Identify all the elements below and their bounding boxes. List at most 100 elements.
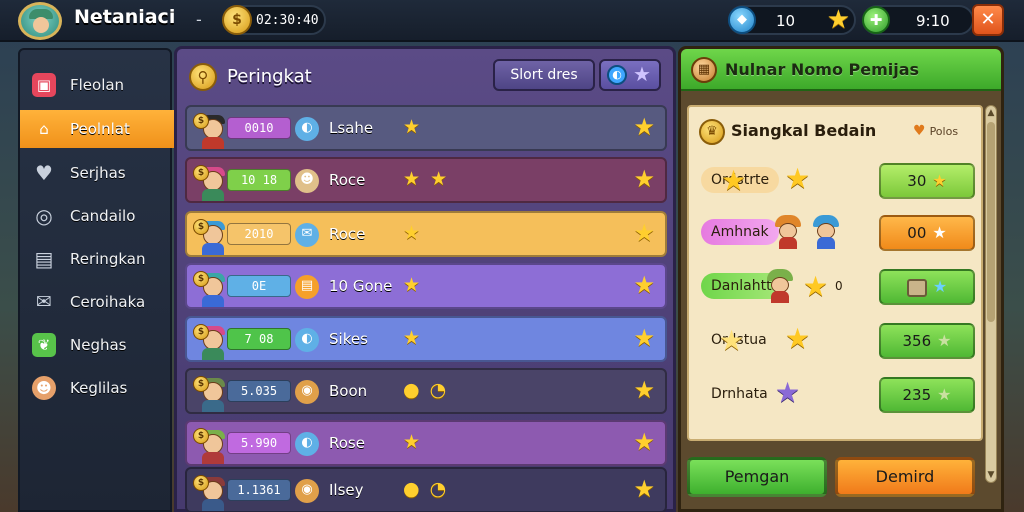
energy-counter[interactable]: ✚ 9:10 xyxy=(862,5,974,35)
star-icon: ★ xyxy=(932,223,947,242)
shop-icon: ▣ xyxy=(32,73,56,97)
reward-row: Ordstrte ★ ★ 30 ★ xyxy=(697,159,977,203)
table-row[interactable]: $2010 ✉ Roce ★ ★ xyxy=(185,211,667,257)
badge-icon: ◐ xyxy=(295,328,319,352)
player-avatar: $ xyxy=(193,324,227,360)
score-value: 5.035 xyxy=(227,380,291,402)
table-row[interactable]: $7 08 ◐ Sikes ★ ★ xyxy=(185,316,667,362)
table-row[interactable]: $0010 ◐ Lsahe ★ ★ xyxy=(185,105,667,151)
title-separator: - xyxy=(196,10,202,29)
sidebar-item-reringkan[interactable]: ▤ Reringkan xyxy=(20,240,170,278)
gem-counter[interactable]: ◆ 10 ★ xyxy=(728,5,856,35)
reward-tag: Drnhata xyxy=(711,386,768,402)
player-name: Roce xyxy=(329,225,366,243)
star-icon: ★ xyxy=(803,270,829,303)
reward-row: Drnhata ★ 235 ★ xyxy=(697,373,977,417)
star-icon: ★ xyxy=(785,162,811,195)
favorite-star-icon[interactable]: ★ xyxy=(633,271,655,299)
scrollbar-thumb[interactable] xyxy=(987,122,995,322)
sidebar-item-peolnlat[interactable]: ⌂ Peolnlat xyxy=(20,110,188,148)
sidebar-item-label: Ceroihaka xyxy=(70,293,146,311)
player-avatar: $ xyxy=(193,219,227,255)
gold-value: 02:30:40 xyxy=(256,13,319,28)
rewards-subtitle: Siangkal Bedain xyxy=(731,121,877,140)
sidebar-item-neghas[interactable]: ❦ Neghas xyxy=(20,326,170,364)
search-icon[interactable]: ⚲ xyxy=(189,63,217,91)
player-name: Sikes xyxy=(329,330,368,348)
star-icon: ★ xyxy=(785,322,811,355)
score-value: 5.990 xyxy=(227,432,291,454)
gold-counter[interactable]: $ 02:30:40 xyxy=(222,5,326,35)
energy-value: 9:10 xyxy=(916,12,950,30)
row-rating: ★ ★ xyxy=(403,168,450,190)
player-avatar: $ xyxy=(193,376,227,412)
favorite-star-icon[interactable]: ★ xyxy=(633,376,655,404)
coin-icon: $ xyxy=(222,5,252,35)
close-button[interactable]: ✕ xyxy=(972,4,1004,36)
sidebar-item-serjhas[interactable]: ♥ Serjhas xyxy=(20,154,170,192)
badge-icon: ▤ xyxy=(295,275,319,299)
claim-button[interactable]: 00 ★ xyxy=(879,215,975,251)
table-row[interactable]: $0E ▤ 10 Gone ★ ★ xyxy=(185,263,667,309)
table-row[interactable]: $5.035 ◉ Boon ● ◔ ★ xyxy=(185,368,667,414)
gem-value: 10 xyxy=(776,12,796,30)
favorite-star-icon[interactable]: ★ xyxy=(633,113,655,141)
rewards-side-label: ♥ Polos xyxy=(913,123,959,139)
score-value: 10 18 xyxy=(227,169,291,191)
filter-button[interactable]: ◐ ★ xyxy=(599,59,661,91)
sidebar-item-label: Peolnlat xyxy=(70,120,130,138)
reward-row: Ordstua ★ ★ 356 ★ xyxy=(697,319,977,363)
player-name: Lsahe xyxy=(329,119,374,137)
favorite-star-icon[interactable]: ★ xyxy=(633,165,655,193)
table-row[interactable]: $1.1361 ◉ Ilsey ● ◔ ★ xyxy=(185,467,667,512)
sidebar-item-keglilas[interactable]: ☻ Keglilas xyxy=(20,369,170,407)
badge-icon: ✉ xyxy=(295,223,319,247)
player-avatar: $ xyxy=(193,113,227,149)
trophy-icon: ♛ xyxy=(699,119,725,145)
character-icon xyxy=(765,269,795,303)
badge-icon: ◐ xyxy=(295,432,319,456)
sort-button[interactable]: Slort dres xyxy=(493,59,595,91)
score-value: 2010 xyxy=(227,223,291,245)
rewards-panel: ▦ Nulnar Nomo Pemijas ♛ Siangkal Bedain … xyxy=(678,46,1004,512)
profile-icon: ☻ xyxy=(32,376,56,400)
star-icon: ★ xyxy=(937,385,952,404)
primary-action-button[interactable]: Pemgan xyxy=(687,457,827,497)
top-bar: Netaniaci - $ 02:30:40 ◆ 10 ★ ✚ 9:10 ✕ xyxy=(0,0,1024,42)
character-icon xyxy=(811,215,841,249)
row-rating: ★ xyxy=(403,274,423,296)
scroll-down-icon[interactable]: ▼ xyxy=(986,469,996,481)
scrollbar[interactable]: ▲ ▼ xyxy=(985,105,997,483)
favorite-star-icon[interactable]: ★ xyxy=(633,428,655,456)
table-row[interactable]: $10 18 ☻ Roce ★ ★ ★ xyxy=(185,157,667,203)
player-avatar: $ xyxy=(193,165,227,201)
reward-row: Amhnak 00 ★ xyxy=(697,211,977,255)
sidebar-item-fleolan[interactable]: ▣ Fleolan xyxy=(20,66,170,104)
claim-button[interactable]: 356 ★ xyxy=(879,323,975,359)
claim-button[interactable]: 30 ★ xyxy=(879,163,975,199)
player-avatar: $ xyxy=(193,428,227,464)
player-avatar[interactable] xyxy=(18,2,62,40)
board-icon: ▤ xyxy=(34,247,54,271)
favorite-star-icon[interactable]: ★ xyxy=(633,475,655,503)
scroll-up-icon[interactable]: ▲ xyxy=(986,107,996,119)
medal-icon: $ xyxy=(193,428,209,444)
claim-button[interactable]: 235 ★ xyxy=(879,377,975,413)
score-value: 1.1361 xyxy=(227,479,291,501)
globe-icon: ◐ xyxy=(607,65,627,85)
medal-icon: $ xyxy=(193,475,209,491)
player-name: 10 Gone xyxy=(329,277,393,295)
leaderboard-panel: ⚲ Peringkat Slort dres ◐ ★ $0010 ◐ Lsahe ★ ★… xyxy=(174,46,676,512)
row-rating: ★ xyxy=(403,116,423,138)
secondary-action-button[interactable]: Demird xyxy=(835,457,975,497)
favorite-star-icon[interactable]: ★ xyxy=(633,324,655,352)
table-row[interactable]: $5.990 ◐ Rose ★ ★ xyxy=(185,420,667,466)
medal-icon: $ xyxy=(193,376,209,392)
sidebar-item-ceroihaka[interactable]: ✉ Ceroihaka xyxy=(20,283,170,321)
row-rating: ● ◔ xyxy=(403,379,449,401)
favorite-star-icon[interactable]: ★ xyxy=(633,219,655,247)
claim-button[interactable]: ★ xyxy=(879,269,975,305)
player-name: Rose xyxy=(329,434,365,452)
sidebar-item-candailo[interactable]: ◎ Candailo xyxy=(20,197,170,235)
player-name: Roce xyxy=(329,171,366,189)
